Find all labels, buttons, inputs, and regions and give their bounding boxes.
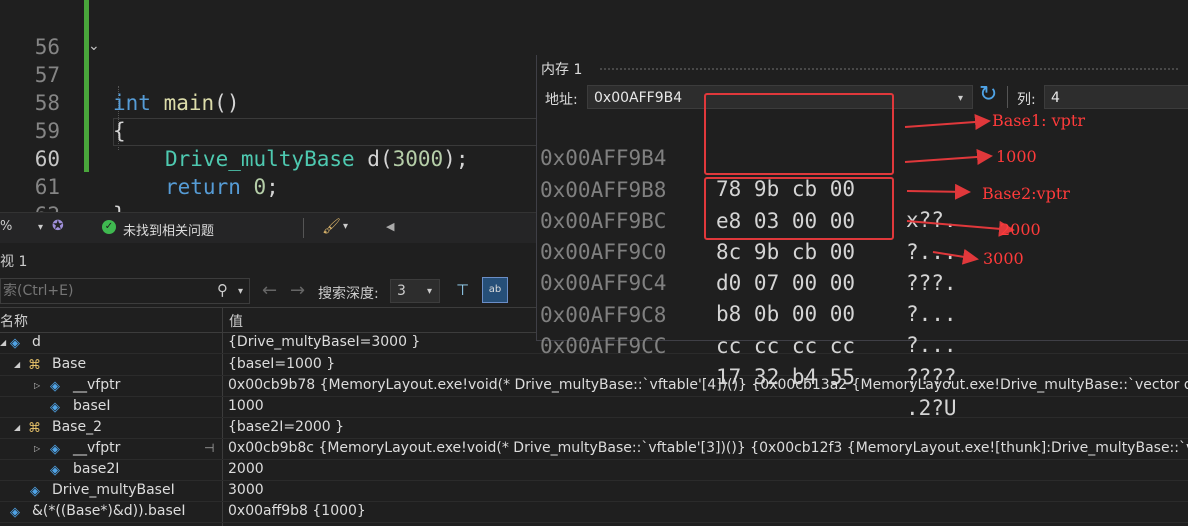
field-icon: ◈ [30,484,40,499]
code-line-58: 58 { [0,61,560,143]
watch-panel-title[interactable]: 视 1 [0,251,27,271]
variable-value: {baseI=1000 } [228,356,336,372]
arrow-left-icon[interactable]: ← [262,280,277,301]
variable-value: 0x00cb9b8c {MemoryLayout.exe!void(* Driv… [228,440,1188,456]
expand-triangle-icon[interactable]: ▷ [34,438,40,459]
annotation-arrows [904,114,1015,265]
search-icon[interactable]: ⚲ [217,281,228,299]
search-depth-value: 3 [397,283,406,299]
table-row[interactable]: ◈ base2I 2000 [0,459,1188,481]
variable-value: 0x00aff9b8 {1000} [228,503,366,519]
copilot-icon[interactable]: ✪ [52,218,64,234]
table-row[interactable]: ◈ Drive_multyBaseI 3000 [0,480,1188,502]
variable-name: baseI [73,398,111,414]
memory-window[interactable]: 内存 1 地址: ▾ ↻ 列: 0x00AFF9B4 78 9b cb 00 x… [536,55,1188,420]
annotation-base2-vptr: Base2:vptr [982,184,1070,203]
table-row[interactable]: ▷ ◈ __vfptr 0x00cb9b78 {MemoryLayout.exe… [0,375,1188,397]
table-row[interactable]: ◢ ⌘ Base_2 {base2I=2000 } [0,417,1188,439]
variable-value: 3000 [228,482,264,498]
code-cleanup-brush-icon[interactable]: 🖌 [322,217,341,235]
variable-value: {base2I=2000 } [228,419,345,435]
variable-value: 2000 [228,461,264,477]
annotation-3000: 3000 [983,249,1024,268]
code-line-56: 56 [0,5,560,59]
annotation-base1-vptr: Base1: vptr [992,111,1085,130]
column-header-name[interactable]: 名称 [0,311,28,331]
collapse-triangle-icon[interactable]: ◢ [14,354,20,375]
expand-triangle-icon[interactable]: ▷ [34,375,40,396]
search-depth-label: 搜索深度: [318,286,379,302]
zoom-value: % [0,219,13,234]
locked-field-icon: ◈ [50,400,60,415]
chevron-down-icon: ▾ [427,286,433,297]
variable-name: Drive_multyBaseI [52,482,175,498]
search-depth-select[interactable]: 3 ▾ [390,279,440,303]
variable-name: Base [52,356,87,372]
base-class-icon: ⌘ [28,358,41,373]
table-row[interactable]: ◈ baseI 1000 [0,396,1188,418]
variable-name: d [32,334,41,350]
variable-name: base2I [73,461,120,477]
hex-display-toggle[interactable]: ab [482,277,508,303]
base-class-icon: ⌘ [28,421,41,436]
variable-name: __vfptr [73,377,121,393]
collapse-triangle-icon[interactable]: ◢ [14,417,20,438]
divider [303,218,304,238]
scroll-left-icon[interactable]: ◀ [386,220,394,233]
code-line-61: 61 } [0,145,560,227]
code-line-62: 62 [0,173,560,227]
memory-ascii: ???? [906,365,957,389]
code-line-59: 59 Drive_multyBase d(3000); [0,89,560,171]
pin-icon[interactable]: ⊣ [204,438,214,459]
pin-icon[interactable]: ⊤ [456,281,469,299]
column-header-value[interactable]: 值 [229,311,243,331]
variable-value: 0x00cb9b78 {MemoryLayout.exe!void(* Driv… [228,377,1188,393]
variable-name: &(*((Base*)&d)).baseI [32,503,186,519]
variable-name: __vfptr [73,440,121,456]
field-icon: ◈ [50,379,60,394]
memory-bytes[interactable]: 17 32 b4 55 [716,362,855,393]
object-icon: ◈ [10,336,20,351]
field-icon: ◈ [50,442,60,457]
search-input[interactable] [1,279,208,303]
code-line-60: 60 return 0; [0,117,560,199]
variable-value: 1000 [228,398,264,414]
chevron-down-icon[interactable]: ▾ [238,286,243,297]
search-box[interactable]: ⚲ ▾ [0,278,250,304]
zoom-dropdown[interactable]: % ▾ [0,219,44,237]
chevron-down-icon: ▾ [38,222,44,233]
annotation-2000: 2000 [1000,220,1041,239]
locked-field-icon: ◈ [50,463,60,478]
code-line-57: 57 int main() [0,33,560,115]
collapse-triangle-icon[interactable]: ◢ [0,332,6,353]
variable-name: Base_2 [52,419,102,435]
issues-status-text[interactable]: 未找到相关问题 [123,220,214,239]
object-icon: ◈ [10,505,20,520]
annotation-1000: 1000 [996,147,1037,166]
arrow-right-icon[interactable]: → [290,280,305,301]
table-row[interactable]: ◈ &(*((Base*)&d)).baseI 0x00aff9b8 {1000… [0,501,1188,523]
chevron-down-icon[interactable]: ▾ [343,221,348,232]
table-row[interactable]: ▷ ◈ __vfptr ⊣ 0x00cb9b8c {MemoryLayout.e… [0,438,1188,460]
check-circle-icon: ✓ [102,220,116,234]
memory-ascii: .2?U [906,396,957,420]
